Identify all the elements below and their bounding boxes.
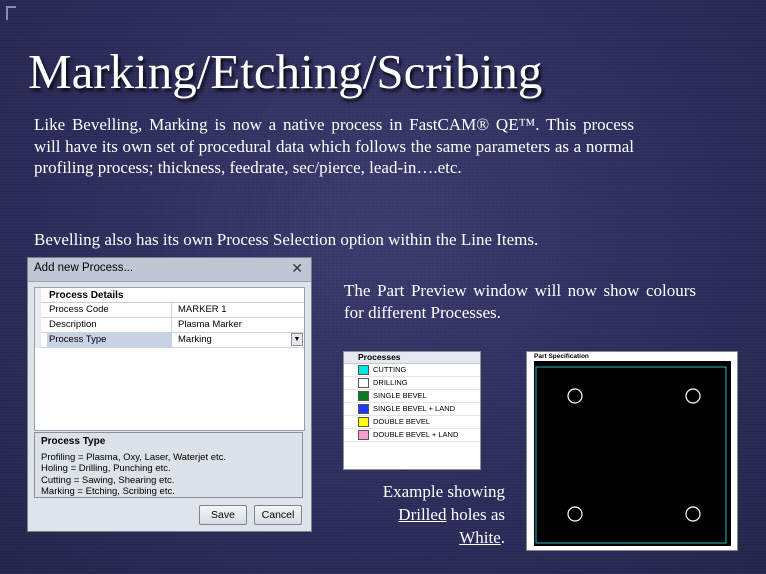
help-title: Process Type — [41, 436, 106, 447]
help-line: Cutting = Sawing, Shearing etc. — [41, 474, 175, 486]
example-end: . — [500, 528, 505, 547]
legend-item: DOUBLE BEVEL + LAND — [344, 429, 480, 442]
close-icon[interactable]: ✕ — [291, 260, 303, 277]
part-preview-drawing — [535, 366, 727, 544]
white-word: White — [459, 528, 501, 547]
color-swatch — [358, 391, 369, 401]
color-swatch — [358, 430, 369, 440]
bevelling-paragraph: Bevelling also has its own Process Selec… — [34, 230, 539, 249]
drilled-word: Drilled — [398, 505, 447, 524]
help-line: Profiling = Plasma, Oxy, Laser, Waterjet… — [41, 451, 227, 463]
legend-item: DOUBLE BEVEL — [344, 416, 480, 429]
help-line: Holing = Drilling, Punching etc. — [41, 463, 171, 474]
color-swatch — [358, 404, 369, 414]
row-key: Description — [49, 319, 97, 330]
legend-item: SINGLE BEVEL + LAND — [344, 403, 480, 416]
preview-note: The Part Preview window will now show co… — [344, 281, 696, 322]
drilled-hole — [685, 506, 701, 522]
drilled-hole — [567, 506, 583, 522]
description-row[interactable]: Description Plasma Marker — [41, 318, 304, 333]
cancel-button[interactable]: Cancel — [254, 505, 302, 525]
process-type-help: Process Type Profiling = Plasma, Oxy, La… — [34, 432, 303, 498]
part-title: Part Specification — [534, 353, 589, 360]
row-key: Process Code — [49, 304, 109, 315]
drilled-hole — [567, 388, 583, 404]
chevron-down-icon[interactable]: ▼ — [291, 333, 303, 346]
help-line: Marking = Etching, Scribing etc. — [41, 486, 175, 497]
color-swatch — [358, 417, 369, 427]
part-outline — [535, 366, 727, 544]
process-type-select[interactable]: Marking — [178, 333, 212, 347]
legend-label: CUTTING — [373, 365, 407, 374]
legend-label: DOUBLE BEVEL + LAND — [373, 430, 459, 439]
legend-label: DRILLING — [373, 378, 408, 387]
row-key: Process Type — [49, 334, 107, 345]
color-swatch — [358, 378, 369, 388]
example-mid: holes as — [450, 505, 505, 524]
legend-label: SINGLE BEVEL — [373, 391, 427, 400]
drilled-hole — [685, 388, 701, 404]
dialog-title: Add new Process... — [34, 262, 134, 274]
example-prefix: Example showing — [382, 482, 505, 501]
dialog-titlebar: Add new Process... ✕ — [28, 258, 311, 282]
process-code-row[interactable]: Process Code MARKER 1 — [41, 303, 304, 318]
example-note: Example showing Drilled holes as White. — [350, 480, 505, 549]
legend-title: Processes — [344, 352, 480, 364]
grid-section-header: Process Details — [41, 288, 304, 303]
part-specification-panel: Part Specification — [526, 351, 738, 551]
process-type-row[interactable]: Process Type Marking ▼ — [41, 333, 304, 348]
legend-item: SINGLE BEVEL — [344, 390, 480, 403]
description-field[interactable]: Plasma Marker — [178, 318, 242, 332]
processes-legend: Processes CUTTING DRILLING SINGLE BEVEL SIN… — [343, 351, 481, 470]
legend-item: DRILLING — [344, 377, 480, 390]
corner-bracket-icon — [6, 6, 16, 20]
color-swatch — [358, 365, 369, 375]
intro-paragraph: Like Bevelling, Marking is now a native … — [34, 115, 634, 177]
add-process-dialog: Add new Process... ✕ Process Details Pro… — [27, 257, 312, 532]
process-details-grid: Process Details Process Code MARKER 1 De… — [34, 287, 305, 431]
slide-title: Marking/Etching/Scribing — [28, 44, 543, 99]
part-preview-canvas — [534, 361, 731, 546]
legend-label: DOUBLE BEVEL — [373, 417, 431, 426]
legend-label: SINGLE BEVEL + LAND — [373, 404, 456, 413]
process-code-field[interactable]: MARKER 1 — [178, 303, 227, 317]
save-button[interactable]: Save — [199, 505, 247, 525]
legend-item: CUTTING — [344, 364, 480, 377]
